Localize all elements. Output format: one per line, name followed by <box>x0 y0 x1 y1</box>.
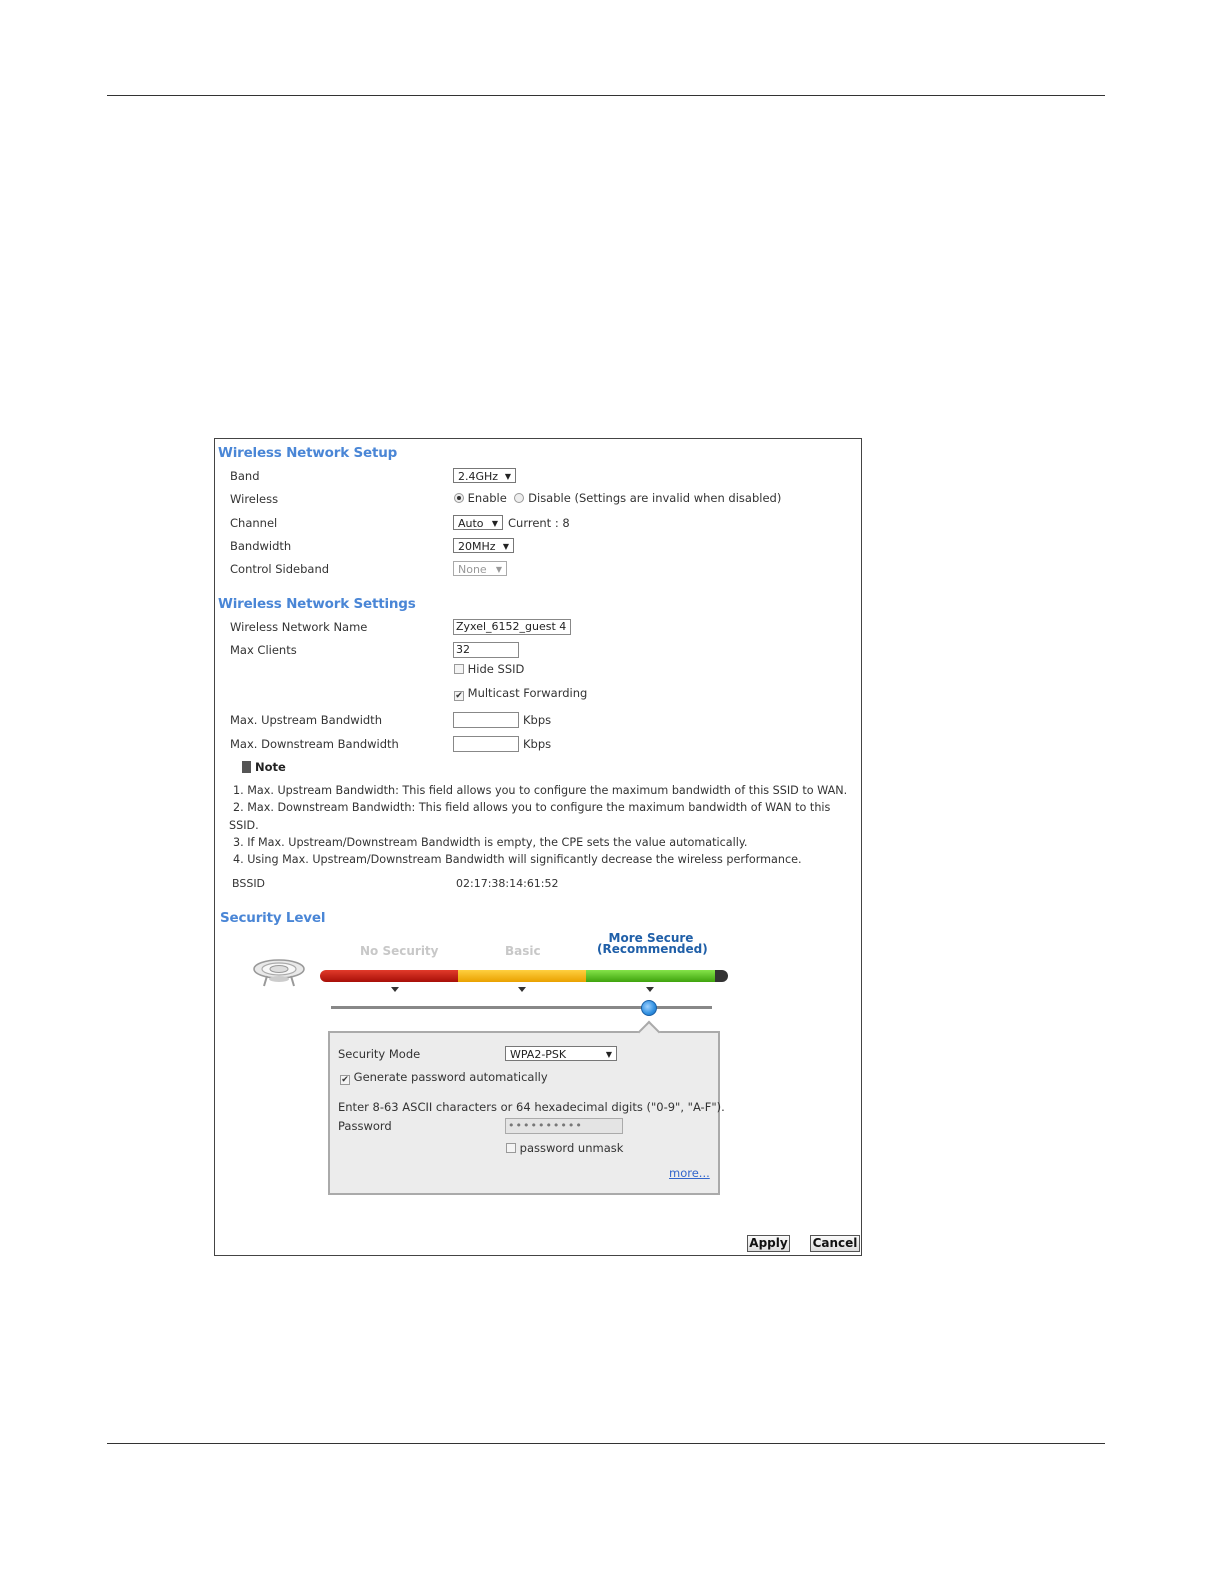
password-unmask-checkbox[interactable] <box>506 1143 516 1153</box>
dropdown-arrow-icon: ▼ <box>502 542 509 551</box>
note-icon <box>242 761 251 773</box>
note-line-1: 1. Max. Upstream Bandwidth: This field a… <box>233 784 848 797</box>
security-mode-value: WPA2-PSK <box>510 1048 567 1061</box>
wireless-radio-group: Enable Disable (Settings are invalid whe… <box>454 491 781 505</box>
generate-password-checkbox[interactable]: ✔ <box>340 1075 350 1085</box>
enable-label: Enable <box>467 491 507 505</box>
wireless-settings-panel: Wireless Network Setup Band 2.4GHz ▼ Wire… <box>214 438 862 1256</box>
band-label: Band <box>230 469 260 483</box>
security-mode-label: Security Mode <box>338 1047 421 1061</box>
bar-segment-mid <box>458 970 586 982</box>
downstream-unit: Kbps <box>523 737 552 751</box>
level-more-secure: More Secure (Recommended) <box>597 932 708 956</box>
marker-arrow-icon <box>391 987 399 992</box>
bandwidth-select[interactable]: 20MHz ▼ <box>453 538 514 553</box>
note-line-4: 4. Using Max. Upstream/Downstream Bandwi… <box>233 853 802 866</box>
channel-label: Channel <box>230 516 278 530</box>
sideband-value: None <box>458 563 487 576</box>
security-settings-box: Security Mode WPA2-PSK ▼ ✔ Generate passw… <box>328 1020 725 1195</box>
disable-label: Disable (Settings are invalid when disab… <box>528 491 782 505</box>
network-name-label: Wireless Network Name <box>230 620 368 634</box>
channel-select[interactable]: Auto ▼ <box>453 515 503 530</box>
password-hint: Enter 8-63 ASCII characters or 64 hexade… <box>338 1100 725 1114</box>
bssid-label: BSSID <box>232 877 266 890</box>
note-line-2-cont: SSID. <box>229 819 259 832</box>
dropdown-arrow-icon: ▼ <box>504 472 511 481</box>
network-name-input[interactable]: Zyxel_6152_guest 4 <box>453 619 571 635</box>
multicast-checkbox[interactable]: ✔ <box>454 691 464 701</box>
sideband-select[interactable]: None ▼ <box>453 561 507 576</box>
max-clients-input[interactable]: 32 <box>453 642 519 658</box>
dropdown-arrow-icon: ▼ <box>605 1050 612 1059</box>
generate-password-label: Generate password automatically <box>353 1070 548 1084</box>
note-title: Note <box>255 760 286 774</box>
bandwidth-label: Bandwidth <box>230 539 292 553</box>
password-input[interactable]: •••••••••• <box>505 1118 623 1134</box>
wifi-router-icon <box>251 955 307 993</box>
band-value: 2.4GHz <box>458 470 499 483</box>
level-no-security: No Security <box>360 944 439 958</box>
bar-segment-end <box>715 970 728 982</box>
marker-arrow-icon <box>646 987 654 992</box>
security-mode-select[interactable]: WPA2-PSK ▼ <box>505 1046 617 1061</box>
password-unmask-row: password unmask <box>506 1141 623 1155</box>
bar-segment-low <box>320 970 458 982</box>
section-title-settings: Wireless Network Settings <box>218 596 416 612</box>
password-label: Password <box>338 1119 392 1133</box>
password-unmask-label: password unmask <box>519 1141 624 1155</box>
note-line-3: 3. If Max. Upstream/Downstream Bandwidth… <box>233 836 748 849</box>
security-slider-thumb[interactable] <box>641 1000 657 1016</box>
enable-radio[interactable] <box>454 493 464 503</box>
band-select[interactable]: 2.4GHz ▼ <box>453 468 516 483</box>
max-clients-label: Max Clients <box>230 643 297 657</box>
generate-password-row: ✔ Generate password automatically <box>340 1070 548 1085</box>
hide-ssid-checkbox[interactable] <box>454 664 464 674</box>
top-rule <box>107 95 1105 96</box>
sideband-label: Control Sideband <box>230 562 330 576</box>
marker-arrow-icon <box>518 987 526 992</box>
dropdown-arrow-icon: ▼ <box>491 519 498 528</box>
dropdown-arrow-icon: ▼ <box>495 565 502 574</box>
level-more-secure-line2: (Recommended) <box>597 942 708 956</box>
security-color-bar <box>320 970 728 982</box>
downstream-label: Max. Downstream Bandwidth <box>230 737 399 751</box>
hide-ssid-row: Hide SSID <box>454 662 524 676</box>
bar-segment-high <box>586 970 715 982</box>
section-title-setup: Wireless Network Setup <box>218 445 398 461</box>
current-label: Current <box>508 516 552 530</box>
channel-value: Auto <box>458 517 484 530</box>
section-title-security: Security Level <box>220 910 326 926</box>
box-pointer <box>637 1020 661 1044</box>
bottom-rule <box>107 1443 1105 1444</box>
hide-ssid-label: Hide SSID <box>467 662 525 676</box>
upstream-input[interactable] <box>453 712 519 728</box>
wireless-label: Wireless <box>230 492 279 506</box>
more-link[interactable]: more... <box>669 1166 710 1180</box>
disable-radio[interactable] <box>514 493 525 503</box>
upstream-label: Max. Upstream Bandwidth <box>230 713 382 727</box>
note-header: Note <box>242 760 286 774</box>
current-channel: Current : 8 <box>508 516 570 530</box>
cancel-button[interactable]: Cancel <box>810 1235 860 1252</box>
downstream-input[interactable] <box>453 736 519 752</box>
apply-button[interactable]: Apply <box>747 1235 790 1252</box>
level-basic: Basic <box>505 944 541 958</box>
multicast-label: Multicast Forwarding <box>467 686 588 700</box>
note-line-2: 2. Max. Downstream Bandwidth: This field… <box>233 801 831 814</box>
current-value: : 8 <box>554 516 570 530</box>
bandwidth-value: 20MHz <box>458 540 496 553</box>
multicast-row: ✔ Multicast Forwarding <box>454 686 587 701</box>
bssid-value: 02:17:38:14:61:52 <box>456 877 559 890</box>
upstream-unit: Kbps <box>523 713 552 727</box>
